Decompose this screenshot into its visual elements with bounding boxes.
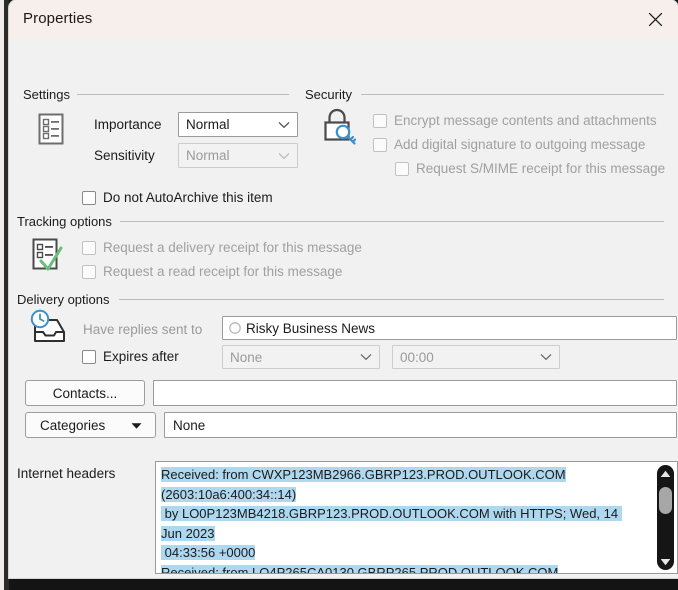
internet-headers-box[interactable]: Received: from CWXP123MB2966.GBRP123.PRO… <box>155 461 678 574</box>
digital-signature-label: Add digital signature to outgoing messag… <box>394 137 646 152</box>
expires-after-checkbox-row[interactable]: Expires after <box>82 349 179 364</box>
scroll-up-arrow-icon[interactable] <box>657 465 674 482</box>
scrollbar-thumb[interactable] <box>659 487 672 514</box>
read-receipt-checkbox-row[interactable]: Request a read receipt for this message <box>82 264 342 279</box>
expires-after-label: Expires after <box>103 349 179 364</box>
clipboard-check-icon <box>29 235 71 284</box>
tracking-group-label: Tracking options <box>17 214 112 229</box>
window-title: Properties <box>23 10 93 27</box>
screen: Properties Settings Importance Normal Se… <box>0 0 678 590</box>
contacts-button-label: Contacts... <box>52 385 118 401</box>
digital-signature-checkbox-row[interactable]: Add digital signature to outgoing messag… <box>373 137 645 152</box>
digital-signature-checkbox[interactable] <box>373 137 387 152</box>
chevron-down-icon <box>353 353 379 361</box>
chevron-down-icon <box>271 121 297 129</box>
chevron-down-icon <box>271 152 297 160</box>
read-receipt-label: Request a read receipt for this message <box>103 264 343 279</box>
internet-headers-line: Received: from LO4P265CA0130.GBRP265.PRO… <box>161 564 559 573</box>
delivery-receipt-label: Request a delivery receipt for this mess… <box>103 240 362 255</box>
caret-down-icon <box>131 418 142 433</box>
expires-date-combo[interactable]: None <box>222 345 380 369</box>
security-group-label: Security <box>305 87 352 102</box>
have-replies-sent-to-label: Have replies sent to <box>83 322 203 337</box>
encrypt-checkbox[interactable] <box>373 113 387 128</box>
inbox-clock-icon <box>27 308 75 359</box>
presence-circle-icon <box>229 322 241 334</box>
autoarchive-checkbox[interactable] <box>82 190 96 205</box>
replies-to-value: Risky Business News <box>246 320 376 336</box>
delivery-group-rule <box>119 299 664 300</box>
categories-value: None <box>173 417 206 433</box>
settings-group-label: Settings <box>23 87 70 102</box>
importance-label: Importance <box>94 117 162 132</box>
encrypt-label: Encrypt message contents and attachments <box>394 113 657 128</box>
delivery-receipt-checkbox-row[interactable]: Request a delivery receipt for this mess… <box>82 240 362 255</box>
internet-headers-line: (2603:10a6:400:34::14) <box>161 486 297 502</box>
background-window-strip <box>0 0 9 590</box>
replies-to-field[interactable]: Risky Business News <box>222 316 677 340</box>
delivery-receipt-checkbox[interactable] <box>82 240 96 255</box>
properties-dialog: Properties Settings Importance Normal Se… <box>9 0 678 578</box>
internet-headers-scrollbar[interactable] <box>655 463 676 572</box>
contacts-button[interactable]: Contacts... <box>25 380 145 406</box>
sensitivity-combo[interactable]: Normal <box>178 143 298 168</box>
settings-group-rule <box>77 94 289 95</box>
expires-time-value: 00:00 <box>400 349 434 365</box>
internet-headers-label: Internet headers <box>17 466 116 481</box>
contacts-field[interactable] <box>153 380 677 406</box>
sensitivity-label: Sensitivity <box>94 148 155 163</box>
internet-headers-line: by LO0P123MB4218.GBRP123.PROD.OUTLOOK.CO… <box>161 506 622 541</box>
importance-combo[interactable]: Normal <box>178 112 298 137</box>
smime-receipt-checkbox[interactable] <box>395 161 409 176</box>
window-close-button[interactable] <box>632 0 678 38</box>
internet-headers-line: Received: from CWXP123MB2966.GBRP123.PRO… <box>161 467 566 482</box>
expires-date-value: None <box>230 349 263 365</box>
expires-time-combo[interactable]: 00:00 <box>392 345 560 369</box>
sensitivity-label-text: Sensitivity <box>94 148 155 163</box>
internet-headers-line: 04:33:56 +0000 <box>161 545 256 560</box>
dialog-body: Settings Importance Normal Sensitivity N… <box>9 38 678 578</box>
categories-button-label: Categories <box>40 417 106 433</box>
lock-key-icon <box>319 107 359 154</box>
chevron-down-icon <box>533 353 559 361</box>
delivery-group-label: Delivery options <box>17 292 110 307</box>
importance-label-text: Importance <box>94 117 162 132</box>
sensitivity-value: Normal <box>186 148 230 163</box>
smime-receipt-checkbox-row[interactable]: Request S/MIME receipt for this message <box>395 161 665 176</box>
categories-field[interactable]: None <box>164 412 677 438</box>
autoarchive-checkbox-row[interactable]: Do not AutoArchive this item <box>82 190 273 205</box>
security-group-rule <box>361 94 664 95</box>
tracking-group-rule <box>120 221 664 222</box>
importance-value: Normal <box>186 117 230 132</box>
internet-headers-text[interactable]: Received: from CWXP123MB2966.GBRP123.PRO… <box>161 465 632 573</box>
scroll-down-arrow-icon[interactable] <box>657 553 674 570</box>
expires-after-checkbox[interactable] <box>82 349 96 364</box>
categories-button[interactable]: Categories <box>25 412 156 438</box>
background-window-edge <box>0 0 4 590</box>
title-bar: Properties <box>9 0 678 38</box>
read-receipt-checkbox[interactable] <box>82 264 96 279</box>
smime-receipt-label: Request S/MIME receipt for this message <box>416 161 666 176</box>
encrypt-checkbox-row[interactable]: Encrypt message contents and attachments <box>373 113 657 128</box>
form-list-icon <box>34 110 68 153</box>
close-icon <box>648 12 662 26</box>
autoarchive-label: Do not AutoArchive this item <box>103 190 273 205</box>
